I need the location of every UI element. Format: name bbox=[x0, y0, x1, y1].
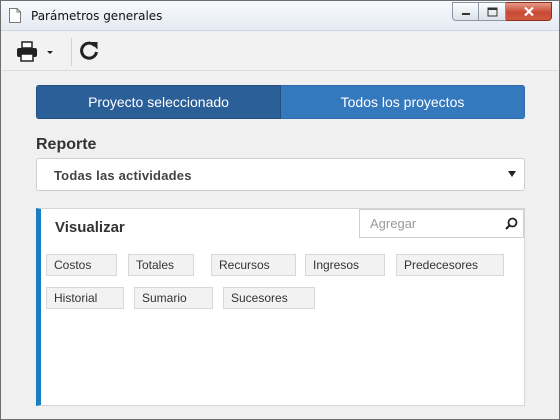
visualize-title: Visualizar bbox=[55, 219, 125, 236]
minimize-icon bbox=[461, 12, 470, 15]
content-area: Proyecto seleccionado Todos los proyecto… bbox=[2, 72, 558, 419]
close-icon bbox=[523, 6, 534, 17]
minimize-button[interactable] bbox=[452, 2, 479, 21]
chip-sucesores[interactable]: Sucesores bbox=[223, 287, 315, 309]
refresh-button[interactable] bbox=[78, 40, 100, 62]
chip-predecesores[interactable]: Predecesores bbox=[396, 254, 504, 276]
chip-historial[interactable]: Historial bbox=[46, 287, 124, 309]
tab-proyecto-seleccionado[interactable]: Proyecto seleccionado bbox=[36, 85, 281, 119]
chip-ingresos[interactable]: Ingresos bbox=[305, 254, 385, 276]
chip-recursos[interactable]: Recursos bbox=[211, 254, 296, 276]
printer-icon bbox=[17, 41, 53, 62]
window: Parámetros generales Proyecto selecciona… bbox=[0, 0, 560, 420]
scope-tabs: Proyecto seleccionado Todos los proyecto… bbox=[36, 85, 525, 119]
add-search-box bbox=[359, 209, 524, 238]
maximize-button[interactable] bbox=[479, 2, 506, 21]
maximize-icon bbox=[487, 7, 497, 16]
title-bar: Parámetros generales bbox=[1, 1, 559, 31]
search-icon[interactable] bbox=[505, 217, 518, 230]
visualize-panel: Visualizar Costos Totales Recursos Ingre… bbox=[36, 208, 525, 406]
toolbar-separator bbox=[71, 38, 72, 66]
document-icon bbox=[9, 8, 21, 23]
caret-down-icon bbox=[508, 171, 516, 177]
close-button[interactable] bbox=[506, 2, 552, 21]
report-select-value: Todas las actividades bbox=[54, 168, 192, 183]
chip-sumario[interactable]: Sumario bbox=[134, 287, 213, 309]
window-title: Parámetros generales bbox=[31, 9, 163, 23]
toolbar bbox=[2, 32, 558, 71]
add-search-input[interactable] bbox=[361, 211, 496, 236]
chip-totales[interactable]: Totales bbox=[128, 254, 194, 276]
report-label: Reporte bbox=[36, 136, 97, 153]
refresh-icon bbox=[80, 41, 98, 60]
report-select[interactable]: Todas las actividades bbox=[36, 158, 525, 191]
print-button[interactable] bbox=[16, 41, 58, 63]
tab-todos-los-proyectos[interactable]: Todos los proyectos bbox=[281, 85, 525, 119]
chip-costos[interactable]: Costos bbox=[46, 254, 117, 276]
